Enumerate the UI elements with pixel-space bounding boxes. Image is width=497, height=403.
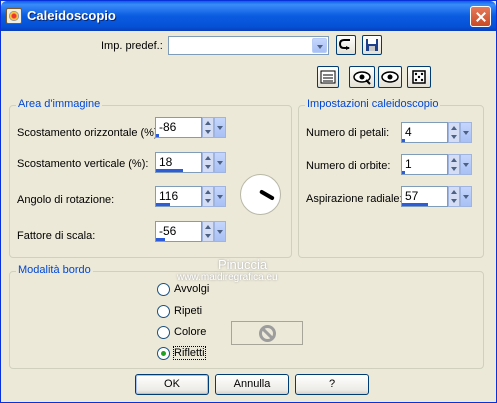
radio-repeat[interactable] (157, 305, 170, 318)
horizontal-offset-level-bar (156, 134, 159, 137)
horizontal-offset-label: Scostamento orizzontale (%): (17, 127, 161, 139)
chevron-down-icon[interactable] (460, 186, 472, 207)
dialog-window: Caleidoscopio Imp. predef.: Area d'immag… (0, 0, 497, 403)
preset-label: Imp. predef.: (101, 40, 163, 52)
edge-color-swatch[interactable] (231, 321, 303, 345)
chevron-down-icon[interactable] (460, 122, 472, 143)
kaleidoscope-settings-title: Impostazioni caleidoscopio (305, 98, 441, 110)
horizontal-offset-spinner[interactable]: -86 (155, 117, 226, 138)
petals-input[interactable]: 4 (401, 122, 448, 143)
no-color-icon (259, 325, 276, 342)
radio-wrap-label[interactable]: Avvolgi (174, 283, 209, 295)
watermark-url: www.maidiregrafica.eu (177, 272, 278, 283)
chevron-down-icon[interactable] (460, 154, 472, 175)
vertical-offset-level-bar (156, 169, 183, 172)
edge-mode-title: Modalità bordo (16, 264, 93, 276)
chevron-down-icon[interactable] (214, 221, 226, 242)
title-bar[interactable]: Caleidoscopio (1, 1, 496, 31)
eye-icon (381, 71, 399, 83)
edge-mode-group (9, 271, 484, 369)
undo-arrow-icon (338, 39, 350, 50)
rotation-angle-label: Angolo di rotazione: (17, 194, 115, 206)
spin-up-down-icon[interactable] (202, 152, 214, 173)
horizontal-offset-input[interactable]: -86 (155, 117, 202, 138)
radial-suction-spinner[interactable]: 57 (401, 186, 472, 207)
rotation-angle-spinner[interactable]: 116 (155, 186, 226, 207)
list-window-icon (320, 70, 336, 84)
load-preset-button[interactable] (336, 35, 356, 55)
scale-factor-label: Fattore di scala: (17, 230, 96, 242)
radio-reflect[interactable] (157, 347, 170, 360)
eye-icon (353, 71, 371, 85)
vertical-offset-label: Scostamento verticale (%): (17, 158, 149, 170)
petals-label: Numero di petali: (306, 127, 390, 139)
cancel-button[interactable]: Annulla (215, 374, 289, 395)
orbits-spinner[interactable]: 1 (401, 154, 472, 175)
spin-up-down-icon[interactable] (448, 122, 460, 143)
scale-factor-spinner[interactable]: -56 (155, 221, 226, 242)
preview-options-button[interactable] (317, 66, 339, 88)
preview-result-button[interactable] (378, 66, 402, 88)
chevron-down-icon[interactable] (214, 186, 226, 207)
scale-factor-level-bar (156, 238, 165, 241)
window-title: Caleidoscopio (27, 8, 116, 23)
spin-up-down-icon[interactable] (202, 186, 214, 207)
spin-up-down-icon[interactable] (448, 154, 460, 175)
chevron-down-icon[interactable] (312, 38, 327, 53)
chevron-down-icon[interactable] (214, 117, 226, 138)
save-preset-button[interactable] (362, 35, 382, 55)
spin-up-down-icon[interactable] (202, 117, 214, 138)
kaleidoscope-app-icon (6, 8, 22, 24)
randomize-button[interactable] (407, 66, 431, 88)
help-button[interactable]: ? (295, 374, 369, 395)
rotation-dial[interactable] (240, 174, 281, 215)
dial-needle-icon (259, 189, 275, 201)
chevron-down-icon[interactable] (214, 152, 226, 173)
close-button[interactable] (470, 6, 491, 27)
floppy-disk-icon (366, 39, 378, 51)
watermark-name: Pinuccia (218, 257, 268, 272)
radio-color[interactable] (157, 326, 170, 339)
petals-level-bar (402, 139, 405, 142)
petals-spinner[interactable]: 4 (401, 122, 472, 143)
orbits-label: Numero di orbite: (306, 160, 391, 172)
vertical-offset-spinner[interactable]: 18 (155, 152, 226, 173)
orbits-input[interactable]: 1 (401, 154, 448, 175)
radio-wrap[interactable] (157, 283, 170, 296)
radial-suction-level-bar (402, 203, 428, 206)
radial-suction-label: Aspirazione radiale: (306, 193, 403, 205)
preview-source-button[interactable] (349, 66, 375, 88)
dice-icon (412, 70, 426, 84)
spin-up-down-icon[interactable] (448, 186, 460, 207)
rotation-angle-level-bar (156, 203, 170, 206)
radio-color-label[interactable]: Colore (174, 326, 206, 338)
orbits-level-bar (402, 171, 405, 174)
spin-up-down-icon[interactable] (202, 221, 214, 242)
image-area-title: Area d'immagine (16, 98, 103, 110)
ok-button[interactable]: OK (135, 374, 209, 395)
radio-repeat-label[interactable]: Ripeti (174, 305, 202, 317)
preset-select[interactable] (168, 36, 329, 55)
radio-reflect-label[interactable]: Rifletti (173, 346, 206, 360)
